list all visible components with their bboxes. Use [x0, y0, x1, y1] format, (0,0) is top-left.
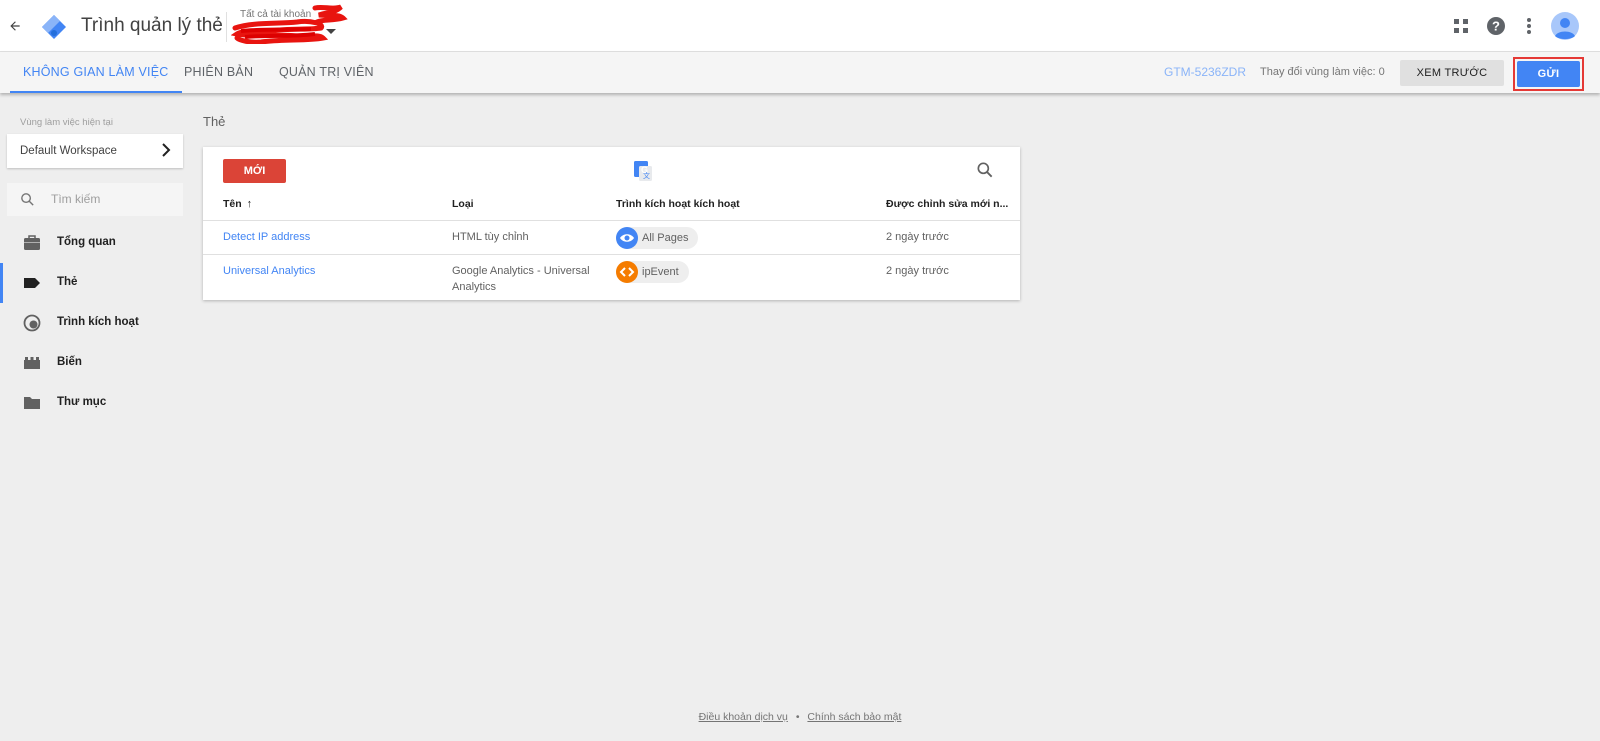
trigger-chip[interactable]: All Pages: [616, 227, 699, 249]
folder-icon: [24, 397, 40, 409]
trigger-name: All Pages: [642, 232, 689, 244]
table-search-icon[interactable]: [975, 160, 995, 180]
back-arrow-icon[interactable]: [5, 14, 25, 38]
sidebar-item-label: Thư mục: [57, 396, 107, 408]
sidebar-item-overview[interactable]: Tổng quan: [0, 223, 190, 263]
divider: [203, 220, 1020, 221]
variable-icon: [24, 357, 40, 369]
search-icon: [21, 193, 34, 206]
top-bar: Trình quản lý thẻ Tất cả tài khoản ?: [0, 0, 1600, 52]
current-workspace-label: Vùng làm việc hiện tại: [20, 117, 113, 128]
workspace-changes: Thay đổi vùng làm việc: 0: [1260, 66, 1385, 78]
sort-arrow-up-icon[interactable]: ↑: [247, 198, 253, 210]
sidebar-item-label: Thẻ: [57, 276, 78, 288]
eye-icon: [616, 227, 638, 249]
tag-type-continued: Analytics: [452, 281, 497, 293]
sidebar-item-triggers[interactable]: Trình kích hoạt: [0, 303, 190, 343]
submit-button[interactable]: GỬI: [1517, 61, 1580, 87]
workspace-selector[interactable]: Default Workspace: [7, 134, 183, 168]
tag-icon: [24, 278, 40, 288]
last-edited: 2 ngày trước: [886, 265, 949, 277]
account-dropdown-caret-icon[interactable]: [326, 29, 336, 34]
tag-name-link[interactable]: Detect IP address: [223, 231, 310, 243]
tab-versions[interactable]: PHIÊN BẢN: [184, 52, 253, 93]
sidebar-item-folders[interactable]: Thư mục: [0, 383, 190, 423]
terms-of-service-link[interactable]: Điều khoản dịch vụ: [699, 711, 788, 723]
new-tag-button[interactable]: MỚI: [223, 159, 286, 183]
sidebar-search[interactable]: [7, 183, 183, 216]
apps-grid-icon[interactable]: [1449, 14, 1473, 38]
translate-icon[interactable]: G 文: [632, 160, 654, 182]
column-header-type[interactable]: Loại: [452, 198, 474, 210]
code-icon: [616, 261, 638, 283]
active-indicator: [0, 263, 3, 303]
sidebar-item-tags[interactable]: Thẻ: [0, 263, 190, 303]
divider: [203, 254, 1020, 255]
tag-name-link[interactable]: Universal Analytics: [223, 265, 315, 277]
page-title: Thẻ: [203, 114, 226, 129]
chevron-right-icon: [162, 143, 171, 157]
column-header-name[interactable]: Tên ↑: [223, 198, 252, 210]
column-header-last-edited[interactable]: Được chỉnh sửa mới n...: [886, 198, 1008, 210]
divider: [226, 12, 227, 42]
tag-type: Google Analytics - Universal: [452, 265, 590, 277]
nav-bar: KHÔNG GIAN LÀM VIỆC PHIÊN BẢN QUẢN TRỊ V…: [0, 52, 1600, 93]
help-icon[interactable]: ?: [1484, 14, 1508, 38]
last-edited: 2 ngày trước: [886, 231, 949, 243]
sidebar-item-label: Tổng quan: [57, 236, 116, 248]
avatar[interactable]: [1551, 12, 1579, 40]
more-vert-icon[interactable]: [1517, 14, 1541, 38]
sidebar-item-variables[interactable]: Biến: [0, 343, 190, 383]
redacted-account-name[interactable]: [231, 4, 353, 44]
column-header-label: Tên: [223, 198, 242, 210]
tab-admin[interactable]: QUẢN TRỊ VIÊN: [279, 52, 374, 93]
footer: Điều khoản dịch vụ • Chính sách bảo mật: [0, 711, 1600, 723]
trigger-name: ipEvent: [642, 266, 679, 278]
privacy-policy-link[interactable]: Chính sách bảo mật: [807, 711, 901, 723]
trigger-icon: [23, 314, 41, 332]
app-title: Trình quản lý thẻ: [81, 15, 223, 36]
svg-text:?: ?: [1492, 19, 1500, 34]
tag-type: HTML tùy chỉnh: [452, 231, 529, 243]
column-header-trigger[interactable]: Trình kích hoạt kích hoạt: [616, 198, 740, 210]
workspace-name: Default Workspace: [20, 145, 117, 157]
svg-text:文: 文: [643, 171, 650, 180]
sidebar-item-label: Biến: [57, 356, 82, 368]
container-id[interactable]: GTM-5236ZDR: [1164, 65, 1246, 79]
gtm-logo-icon[interactable]: [41, 14, 67, 40]
tags-table-card: MỚI G 文 Tên ↑ Loại Trình kích hoạt kích h…: [203, 147, 1020, 300]
sidebar-item-label: Trình kích hoạt: [57, 316, 139, 328]
trigger-chip[interactable]: ipEvent: [616, 261, 689, 283]
search-input[interactable]: [51, 188, 171, 210]
briefcase-icon: [24, 235, 40, 250]
footer-separator: •: [795, 711, 800, 723]
tab-workspace[interactable]: KHÔNG GIAN LÀM VIỆC: [10, 52, 182, 93]
preview-button[interactable]: XEM TRƯỚC: [1400, 60, 1504, 86]
